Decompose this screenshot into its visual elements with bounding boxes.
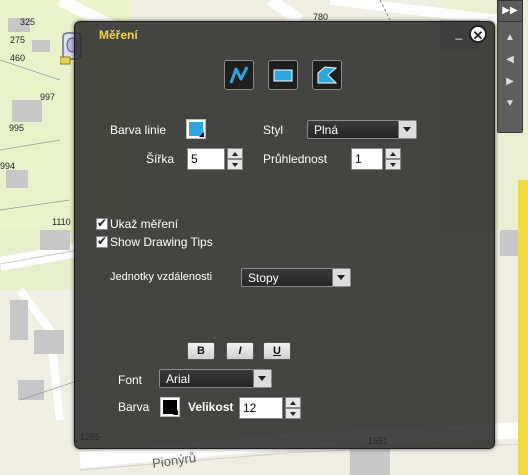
double-chevron-right-icon: ▶▶ [502, 5, 518, 16]
chevron-down-icon [398, 121, 416, 138]
map-nav-strip: ▲ ◀ ▶ ▼ [497, 21, 523, 133]
font-size-decrement-button[interactable] [285, 408, 301, 419]
chevron-down-icon [253, 370, 271, 387]
show-measure-label: Ukaž měření [110, 217, 179, 231]
italic-button[interactable]: I [226, 342, 254, 360]
dropdown-corner-icon [173, 410, 178, 415]
style-select[interactable]: Plná [307, 120, 417, 139]
font-size-increment-button[interactable] [285, 397, 301, 408]
font-select-value: Arial [166, 372, 191, 386]
font-select[interactable]: Arial [159, 369, 272, 388]
panel-title: Měření [99, 28, 138, 42]
dropdown-corner-icon [199, 132, 204, 137]
style-label: Styl [263, 123, 284, 137]
polyline-icon [229, 66, 249, 84]
measure-panel: Měření _ ✕ Barva linie Styl Plná Šířka 5 [74, 21, 495, 449]
tool-rectangle-button[interactable] [268, 60, 298, 90]
expand-panel-button[interactable]: ▶▶ [497, 0, 523, 22]
pan-down-icon[interactable]: ▼ [502, 96, 518, 112]
close-icon: ✕ [472, 28, 484, 43]
width-label: Šířka [146, 152, 175, 166]
chevron-down-icon [332, 269, 350, 286]
font-label: Font [118, 373, 143, 387]
font-size-input[interactable]: 12 [239, 397, 283, 419]
width-input[interactable]: 5 [187, 148, 225, 170]
text-color-label: Barva [118, 400, 150, 414]
map-label: 275 [10, 35, 26, 45]
show-tips-checkbox[interactable] [96, 234, 108, 248]
width-stepper[interactable]: 5 [187, 148, 243, 170]
map-label: 995 [9, 123, 25, 133]
pan-up-icon[interactable]: ▲ [502, 30, 518, 46]
polygon-icon [317, 66, 338, 84]
pan-left-icon[interactable]: ◀ [502, 52, 518, 68]
minimize-button[interactable]: _ [453, 26, 465, 40]
close-button[interactable]: ✕ [469, 25, 487, 43]
opacity-input[interactable]: 1 [351, 148, 383, 170]
opacity-stepper[interactable]: 1 [351, 148, 401, 170]
line-color-swatch[interactable] [186, 119, 206, 139]
distance-units-select[interactable]: Stopy [241, 268, 351, 287]
distance-units-label: Jednotky vzdálenosti [110, 271, 213, 283]
pan-right-icon[interactable]: ▶ [502, 74, 518, 90]
map-label: 997 [40, 92, 56, 102]
width-decrement-button[interactable] [227, 159, 243, 170]
map-label: 325 [20, 17, 36, 27]
opacity-decrement-button[interactable] [385, 159, 401, 170]
map-edge-highlight [518, 180, 528, 475]
style-select-value: Plná [314, 123, 339, 137]
width-increment-button[interactable] [227, 148, 243, 159]
map-label: 460 [10, 53, 26, 63]
show-measure-checkbox[interactable] [96, 216, 108, 230]
bold-button[interactable]: B [187, 342, 215, 360]
minimize-icon: _ [455, 26, 463, 40]
font-size-stepper[interactable]: 12 [239, 397, 301, 419]
tool-polygon-button[interactable] [312, 60, 342, 90]
line-color-label: Barva linie [110, 123, 167, 137]
tool-line-button[interactable] [224, 60, 254, 90]
map-label: 1110 [52, 217, 71, 227]
rectangle-icon [273, 69, 293, 82]
map-label: 994 [0, 161, 16, 171]
distance-units-value: Stopy [248, 271, 279, 285]
text-color-swatch[interactable] [160, 397, 180, 417]
show-tips-label: Show Drawing Tips [110, 235, 213, 249]
size-label: Velikost [188, 400, 234, 414]
opacity-increment-button[interactable] [385, 148, 401, 159]
opacity-label: Průhlednost [263, 152, 328, 166]
underline-button[interactable]: U [263, 342, 291, 360]
